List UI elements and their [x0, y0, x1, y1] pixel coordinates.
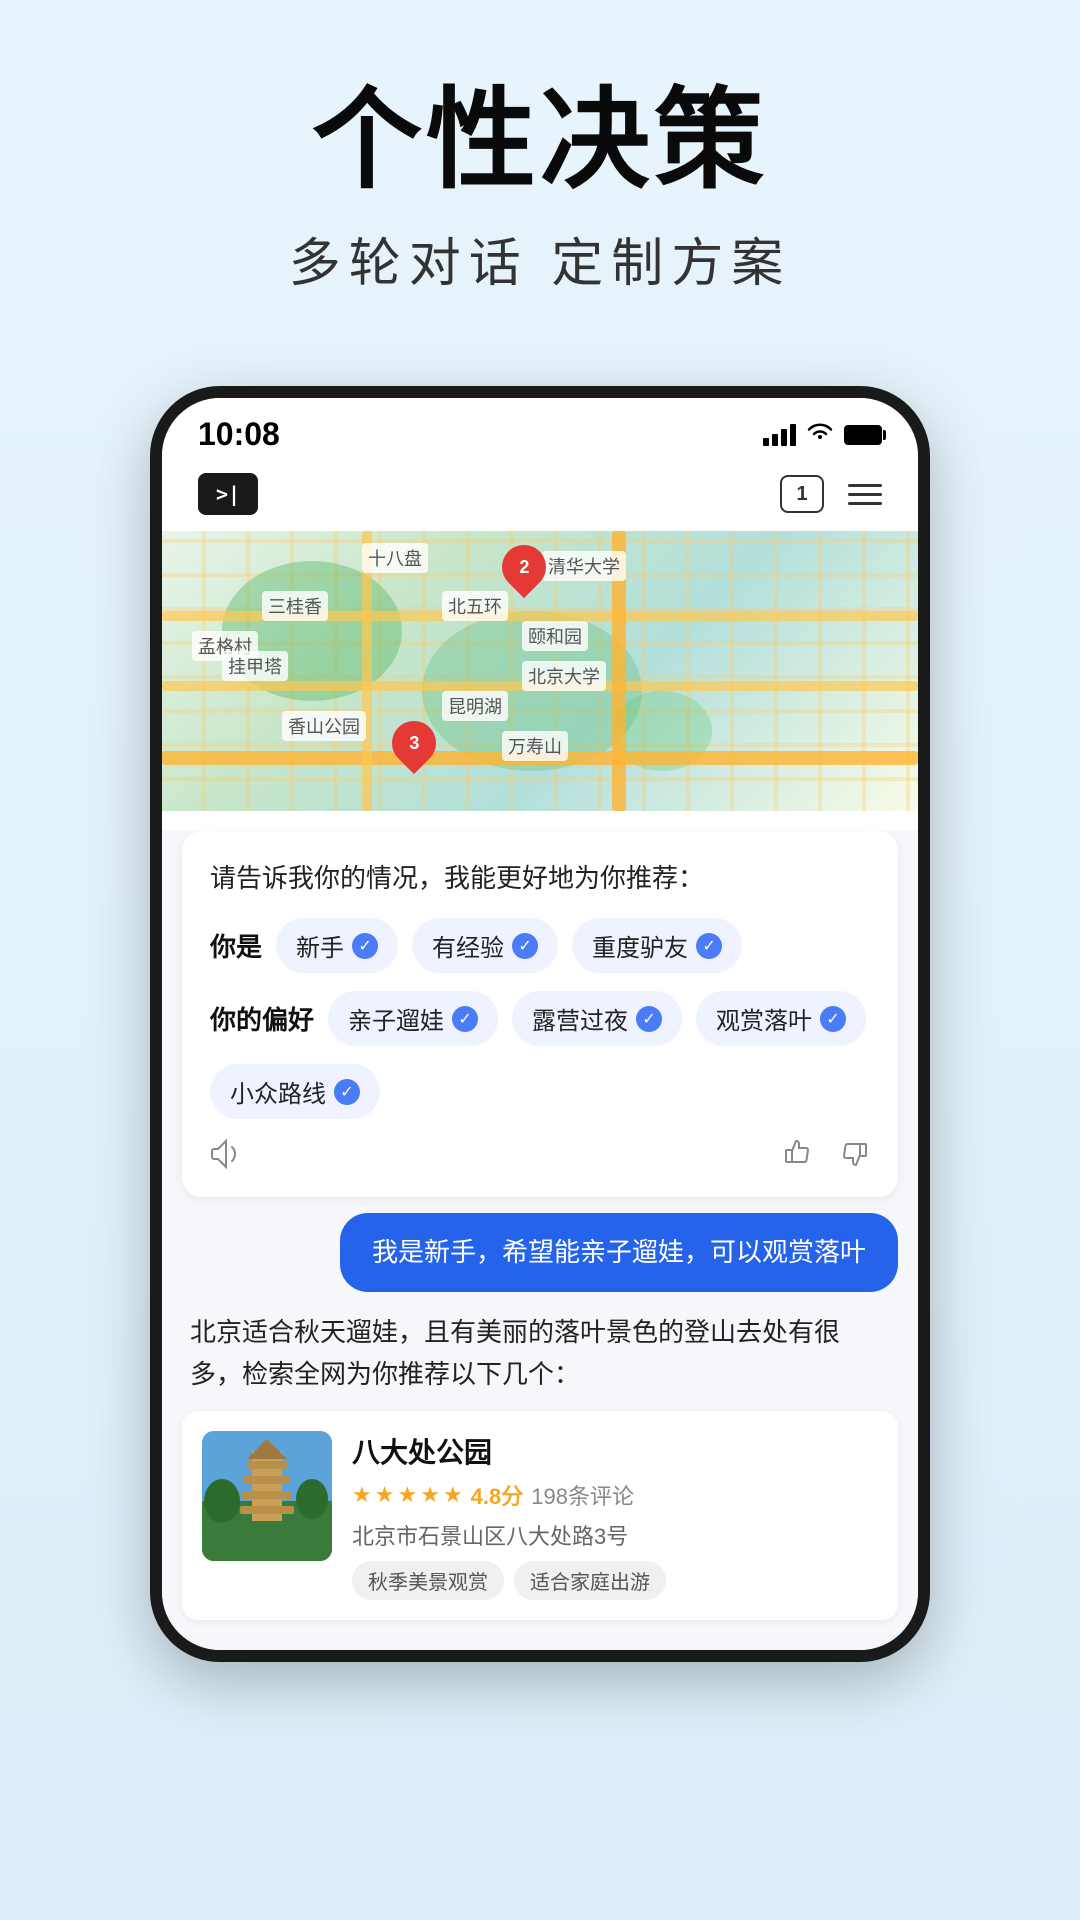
map-label-1: 十八盘 [362, 543, 428, 573]
menu-line [848, 493, 882, 496]
hero-section: 个性决策 多轮对话 定制方案 [0, 0, 1080, 336]
star-1: ★ [352, 1482, 372, 1508]
feedback-icons [782, 1137, 870, 1177]
place-name: 八大处公园 [352, 1431, 878, 1471]
map-label-8: 颐和园 [522, 621, 588, 651]
map-road-v [362, 531, 372, 811]
ai-message-bubble: 请告诉我你的情况，我能更好地为你推荐： 你是 新手 ✓ 有经验 ✓ 重度驴友 ✓ [182, 831, 898, 1197]
place-card[interactable]: 八大处公园 ★ ★ ★ ★ ★ 4.8分 198条评论 北京市石景山区八大处路3… [182, 1411, 898, 1620]
check-icon: ✓ [820, 1006, 846, 1032]
check-icon: ✓ [352, 933, 378, 959]
map-label-7: 清华大学 [542, 551, 626, 581]
user-message: 我是新手，希望能亲子遛娃，可以观赏落叶 [182, 1213, 898, 1292]
place-address: 北京市石景山区八大处路3号 [352, 1519, 878, 1551]
star-half: ★ [443, 1482, 463, 1508]
menu-button[interactable] [848, 484, 882, 505]
ai-bubble-text: 请告诉我你的情况，我能更好地为你推荐： [210, 859, 870, 898]
check-icon: ✓ [512, 933, 538, 959]
status-bar: 10:08 [162, 398, 918, 463]
status-icons [763, 421, 882, 449]
menu-line [848, 484, 882, 487]
chip-camping[interactable]: 露营过夜 ✓ [512, 991, 682, 1046]
check-icon: ✓ [636, 1006, 662, 1032]
options-row-2: 你的偏好 亲子遛娃 ✓ 露营过夜 ✓ 观赏落叶 ✓ [210, 991, 870, 1046]
chat-area: 请告诉我你的情况，我能更好地为你推荐： 你是 新手 ✓ 有经验 ✓ 重度驴友 ✓ [162, 831, 918, 1650]
chip-niche[interactable]: 小众路线 ✓ [210, 1064, 380, 1119]
speaker-icon[interactable] [210, 1139, 242, 1176]
row2-label: 你的偏好 [210, 1000, 314, 1037]
chip-experienced[interactable]: 有经验 ✓ [412, 918, 558, 973]
status-time: 10:08 [198, 416, 280, 453]
chip-leaves[interactable]: 观赏落叶 ✓ [696, 991, 866, 1046]
hero-title: 个性决策 [40, 80, 1040, 201]
battery-icon [844, 425, 882, 445]
map-label-9: 北京大学 [522, 661, 606, 691]
place-rating: ★ ★ ★ ★ ★ 4.8分 198条评论 [352, 1479, 878, 1511]
header-right: 1 [780, 475, 882, 513]
map-label-4: 香山公园 [282, 711, 366, 741]
hero-subtitle: 多轮对话 定制方案 [40, 221, 1040, 296]
star-4: ★ [420, 1482, 440, 1508]
signal-icon [763, 424, 796, 446]
thumbs-up-icon[interactable] [782, 1137, 814, 1177]
place-tag-1: 秋季美景观赏 [352, 1561, 504, 1600]
phone-mockup: 10:08 [150, 386, 930, 1662]
map-label-5: 挂甲塔 [222, 651, 288, 681]
menu-line [848, 502, 882, 505]
map-label-6: 北五环 [442, 591, 508, 621]
map-label-11: 万寿山 [502, 731, 568, 761]
place-tag-2: 适合家庭出游 [514, 1561, 666, 1600]
wifi-icon [806, 421, 834, 449]
map-area: 十八盘 三桂香 孟格村 香山公园 挂甲塔 北五环 清华大学 颐和园 北京大学 昆… [162, 531, 918, 811]
map-label-2: 三桂香 [262, 591, 328, 621]
star-2: ★ [375, 1482, 395, 1508]
app-header: >| 1 [162, 463, 918, 531]
check-icon: ✓ [334, 1079, 360, 1105]
bubble-footer [210, 1137, 870, 1177]
star-3: ★ [397, 1482, 417, 1508]
stars: ★ ★ ★ ★ ★ [352, 1482, 463, 1508]
place-tags: 秋季美景观赏 适合家庭出游 [352, 1561, 878, 1600]
ai-response-text: 北京适合秋天遛娃，且有美丽的落叶景色的登山去处有很多，检索全网为你推荐以下几个： [182, 1312, 898, 1395]
user-message-text: 我是新手，希望能亲子遛娃，可以观赏落叶 [340, 1213, 898, 1292]
chip-novice[interactable]: 新手 ✓ [276, 918, 398, 973]
place-image [202, 1431, 332, 1561]
app-logo: >| [198, 473, 258, 515]
check-icon: ✓ [696, 933, 722, 959]
rating-score: 4.8分 [471, 1479, 524, 1511]
options-row-1: 你是 新手 ✓ 有经验 ✓ 重度驴友 ✓ [210, 918, 870, 973]
tab-badge[interactable]: 1 [780, 475, 824, 513]
review-count: 198条评论 [531, 1479, 634, 1511]
chip-heavy-hiker[interactable]: 重度驴友 ✓ [572, 918, 742, 973]
options-row-3: 小众路线 ✓ [210, 1064, 870, 1119]
place-info: 八大处公园 ★ ★ ★ ★ ★ 4.8分 198条评论 北京市石景山区八大处路3… [352, 1431, 878, 1600]
check-icon: ✓ [452, 1006, 478, 1032]
chip-family[interactable]: 亲子遛娃 ✓ [328, 991, 498, 1046]
thumbs-down-icon[interactable] [838, 1137, 870, 1177]
row1-label: 你是 [210, 927, 262, 964]
phone-wrapper: 10:08 [0, 386, 1080, 1662]
map-label-10: 昆明湖 [442, 691, 508, 721]
